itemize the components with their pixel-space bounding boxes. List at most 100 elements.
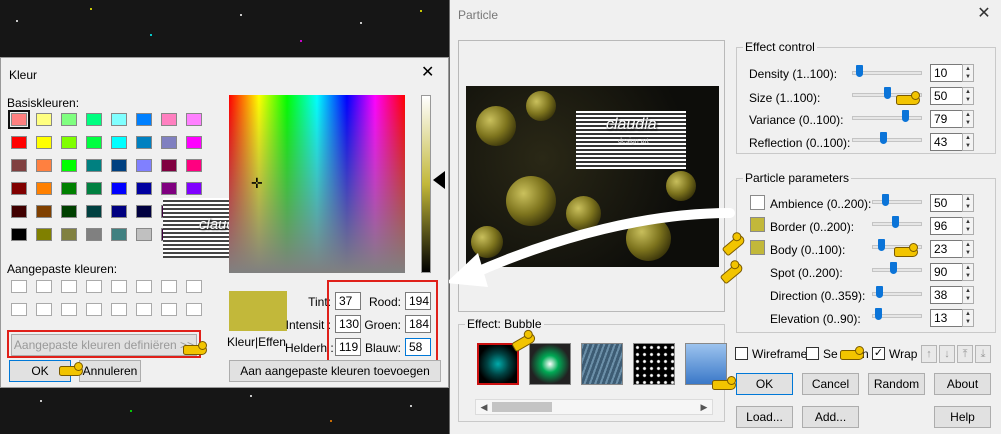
basic-color-swatch[interactable] — [61, 205, 77, 218]
close-icon[interactable]: ✕ — [421, 62, 434, 82]
direction-spinner[interactable]: ▲ ▼ — [962, 286, 974, 304]
basic-color-swatch[interactable] — [86, 159, 102, 172]
wireframe-checkbox[interactable] — [735, 347, 748, 360]
basic-color-swatch[interactable] — [136, 205, 152, 218]
custom-color-swatch[interactable] — [11, 303, 27, 316]
spot-slider-thumb[interactable] — [890, 262, 897, 274]
basic-color-swatch[interactable] — [61, 136, 77, 149]
body-spinner[interactable]: ▲ ▼ — [962, 240, 974, 258]
custom-color-swatch[interactable] — [161, 280, 177, 293]
density-slider-thumb[interactable] — [856, 65, 863, 77]
elevation-field[interactable]: 13 — [930, 309, 963, 327]
effect-scrollbar[interactable]: ◀ ▶ — [475, 399, 713, 415]
basic-color-swatch[interactable] — [136, 113, 152, 126]
basic-color-swatch[interactable] — [11, 182, 27, 195]
reflection-slider-thumb[interactable] — [880, 132, 887, 144]
basic-color-swatch[interactable] — [61, 182, 77, 195]
basic-color-swatch[interactable] — [86, 205, 102, 218]
basic-color-swatch[interactable] — [61, 113, 77, 126]
custom-color-swatch[interactable] — [186, 303, 202, 316]
body-slider-thumb[interactable] — [878, 239, 885, 251]
effect-thumb-cloud[interactable] — [685, 343, 727, 385]
size-spinner[interactable]: ▲ ▼ — [962, 87, 974, 105]
custom-color-swatch[interactable] — [111, 303, 127, 316]
spot-spinner[interactable]: ▲ ▼ — [962, 263, 974, 281]
basic-color-swatch[interactable] — [161, 136, 177, 149]
custom-color-swatch[interactable] — [136, 280, 152, 293]
basic-color-swatch[interactable] — [36, 182, 52, 195]
basic-color-swatch[interactable] — [36, 113, 52, 126]
basic-color-swatch[interactable] — [111, 228, 127, 241]
border-field[interactable]: 96 — [930, 217, 963, 235]
variance-slider-thumb[interactable] — [902, 110, 909, 122]
basic-color-swatch[interactable] — [186, 159, 202, 172]
effect-thumb-bubble[interactable] — [477, 343, 519, 385]
basic-color-swatch[interactable] — [36, 136, 52, 149]
basic-color-swatch[interactable] — [111, 182, 127, 195]
direction-slider-thumb[interactable] — [876, 286, 883, 298]
body-field[interactable]: 23 — [930, 240, 963, 258]
basic-color-swatch[interactable] — [136, 182, 152, 195]
luminance-bar[interactable] — [421, 95, 431, 273]
basic-color-swatch[interactable] — [186, 182, 202, 195]
basic-color-swatch[interactable] — [161, 113, 177, 126]
basic-color-swatch[interactable] — [11, 205, 27, 218]
size-slider-thumb[interactable] — [884, 87, 891, 99]
luminance-pointer-icon[interactable] — [433, 171, 445, 189]
body-color-swatch[interactable] — [750, 240, 765, 255]
add-to-custom-colors-button[interactable]: Aan aangepaste kleuren toevoegen — [229, 360, 441, 382]
basic-color-swatch[interactable] — [86, 182, 102, 195]
custom-color-swatch[interactable] — [11, 280, 27, 293]
ok-button[interactable]: OK — [736, 373, 793, 395]
cancel-button[interactable]: Annuleren — [79, 360, 141, 382]
custom-color-swatch[interactable] — [161, 303, 177, 316]
elevation-slider-thumb[interactable] — [875, 308, 882, 320]
ambience-field[interactable]: 50 — [930, 194, 963, 212]
custom-color-swatch[interactable] — [86, 303, 102, 316]
basic-color-swatch[interactable] — [86, 228, 102, 241]
basic-color-swatch[interactable] — [86, 113, 102, 126]
reflection-field[interactable]: 43 — [930, 133, 963, 151]
basic-color-swatch[interactable] — [11, 228, 27, 241]
custom-color-swatch[interactable] — [36, 280, 52, 293]
basic-color-swatch[interactable] — [61, 228, 77, 241]
help-button[interactable]: Help — [934, 406, 991, 428]
move-top-button[interactable]: ⤒ — [957, 345, 973, 363]
add-button[interactable]: Add... — [802, 406, 859, 428]
density-field[interactable]: 10 — [930, 64, 963, 82]
about-button[interactable]: About — [934, 373, 991, 395]
cancel-button[interactable]: Cancel — [802, 373, 859, 395]
close-icon[interactable]: ✕ — [972, 4, 996, 24]
border-spinner[interactable]: ▲ ▼ — [962, 217, 974, 235]
basic-color-swatch[interactable] — [186, 113, 202, 126]
custom-color-swatch[interactable] — [111, 280, 127, 293]
basic-color-swatch[interactable] — [61, 159, 77, 172]
border-color-swatch[interactable] — [750, 217, 765, 232]
effect-thumb-rain[interactable] — [581, 343, 623, 385]
effect-thumb-snow[interactable] — [633, 343, 675, 385]
ambience-slider-thumb[interactable] — [882, 194, 889, 206]
basic-color-swatch[interactable] — [136, 136, 152, 149]
basic-color-swatch[interactable] — [136, 228, 152, 241]
size-field[interactable]: 50 — [930, 87, 963, 105]
variance-field[interactable]: 79 — [930, 110, 963, 128]
basic-color-swatch[interactable] — [111, 113, 127, 126]
random-button[interactable]: Random — [868, 373, 925, 395]
custom-color-swatch[interactable] — [61, 303, 77, 316]
custom-color-swatch[interactable] — [86, 280, 102, 293]
scroll-right-icon[interactable]: ▶ — [696, 400, 712, 414]
basic-color-swatch[interactable] — [111, 205, 127, 218]
spot-field[interactable]: 90 — [930, 263, 963, 281]
density-spinner[interactable]: ▲ ▼ — [962, 64, 974, 82]
move-down-button[interactable]: ↓ — [939, 345, 955, 363]
basic-color-swatch[interactable] — [86, 136, 102, 149]
select-checkbox[interactable] — [806, 347, 819, 360]
wrap-checkbox[interactable]: ✓ — [872, 347, 885, 360]
move-bottom-button[interactable]: ⤓ — [975, 345, 991, 363]
basic-color-swatch[interactable] — [11, 136, 27, 149]
variance-spinner[interactable]: ▲ ▼ — [962, 110, 974, 128]
custom-color-swatch[interactable] — [61, 280, 77, 293]
direction-field[interactable]: 38 — [930, 286, 963, 304]
basic-color-swatch[interactable] — [186, 136, 202, 149]
basic-color-swatch[interactable] — [111, 159, 127, 172]
